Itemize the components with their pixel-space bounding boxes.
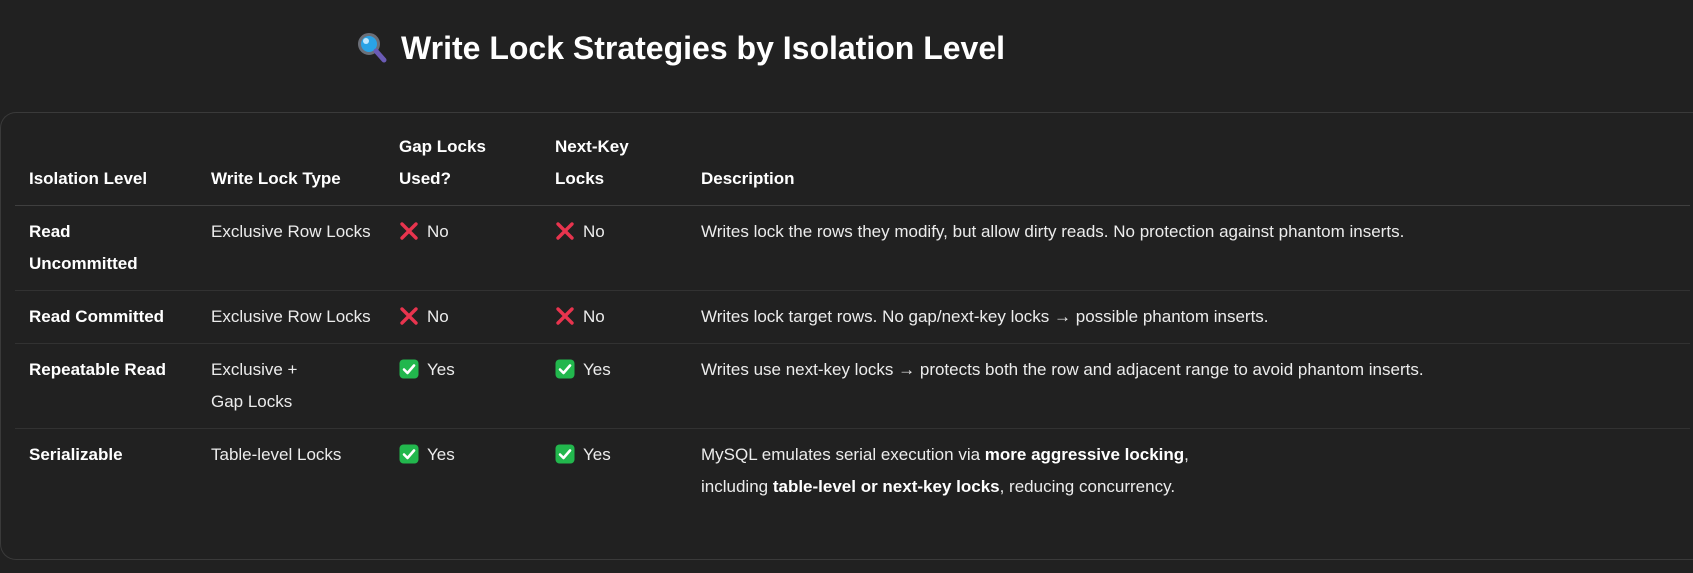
cross-icon xyxy=(399,306,419,326)
description-cell: Writes lock target rows. No gap/next-key… xyxy=(687,290,1690,344)
header-next-key-locks: Next-Key Locks xyxy=(541,131,687,206)
header-write-lock-type: Write Lock Type xyxy=(197,131,385,206)
cross-icon xyxy=(555,306,575,326)
gap-locks-cell: Yes xyxy=(385,429,541,514)
isolation-table: Isolation Level Write Lock Type Gap Lock… xyxy=(15,131,1690,513)
description-cell: Writes use next-key locks → protects bot… xyxy=(687,343,1690,429)
gap-locks-cell: No xyxy=(385,290,541,344)
lock-type-cell: Table-level Locks xyxy=(211,445,342,464)
check-icon xyxy=(399,359,419,379)
cross-icon xyxy=(399,221,419,241)
next-key-locks-cell: No xyxy=(541,290,687,344)
magnifying-glass-icon xyxy=(357,32,387,66)
lock-type-cell: Exclusive + Gap Locks xyxy=(197,343,385,429)
table-container: Isolation Level Write Lock Type Gap Lock… xyxy=(0,112,1693,560)
isolation-level-cell: Repeatable Read xyxy=(15,343,197,429)
gap-locks-cell: No xyxy=(385,205,541,291)
table-row: Repeatable Read Exclusive + Gap Locks Yes… xyxy=(15,343,1690,429)
cross-icon xyxy=(555,221,575,241)
isolation-level-cell: Serializable xyxy=(29,445,123,464)
table-header-row: Isolation Level Write Lock Type Gap Lock… xyxy=(15,131,1690,206)
next-key-locks-cell: No xyxy=(541,205,687,291)
next-key-locks-cell: Yes xyxy=(541,343,687,429)
header-isolation-level: Isolation Level xyxy=(15,131,197,206)
check-icon xyxy=(555,444,575,464)
lock-type-cell: Exclusive Row Locks xyxy=(197,205,385,291)
table-row: Serializable Table-level Locks Yes Yes M… xyxy=(15,429,1690,514)
gap-locks-cell: Yes xyxy=(385,343,541,429)
description-cell: Writes lock the rows they modify, but al… xyxy=(687,205,1690,291)
header-description: Description xyxy=(687,131,1690,206)
next-key-locks-cell: Yes xyxy=(541,429,687,514)
table-row: Read Uncommitted Exclusive Row Locks No N… xyxy=(15,205,1690,291)
page-title: Write Lock Strategies by Isolation Level xyxy=(401,30,1006,66)
description-cell: MySQL emulates serial execution via more… xyxy=(701,445,1189,496)
check-icon xyxy=(555,359,575,379)
page-heading: Write Lock Strategies by Isolation Level xyxy=(357,30,1005,67)
check-icon xyxy=(399,444,419,464)
isolation-level-cell: Read Committed xyxy=(15,290,197,344)
table-row: Read Committed Exclusive Row Locks No No… xyxy=(15,290,1690,344)
header-gap-locks: Gap Locks Used? xyxy=(385,131,541,206)
lock-type-cell: Exclusive Row Locks xyxy=(197,290,385,344)
isolation-level-cell: Read Uncommitted xyxy=(15,205,197,291)
